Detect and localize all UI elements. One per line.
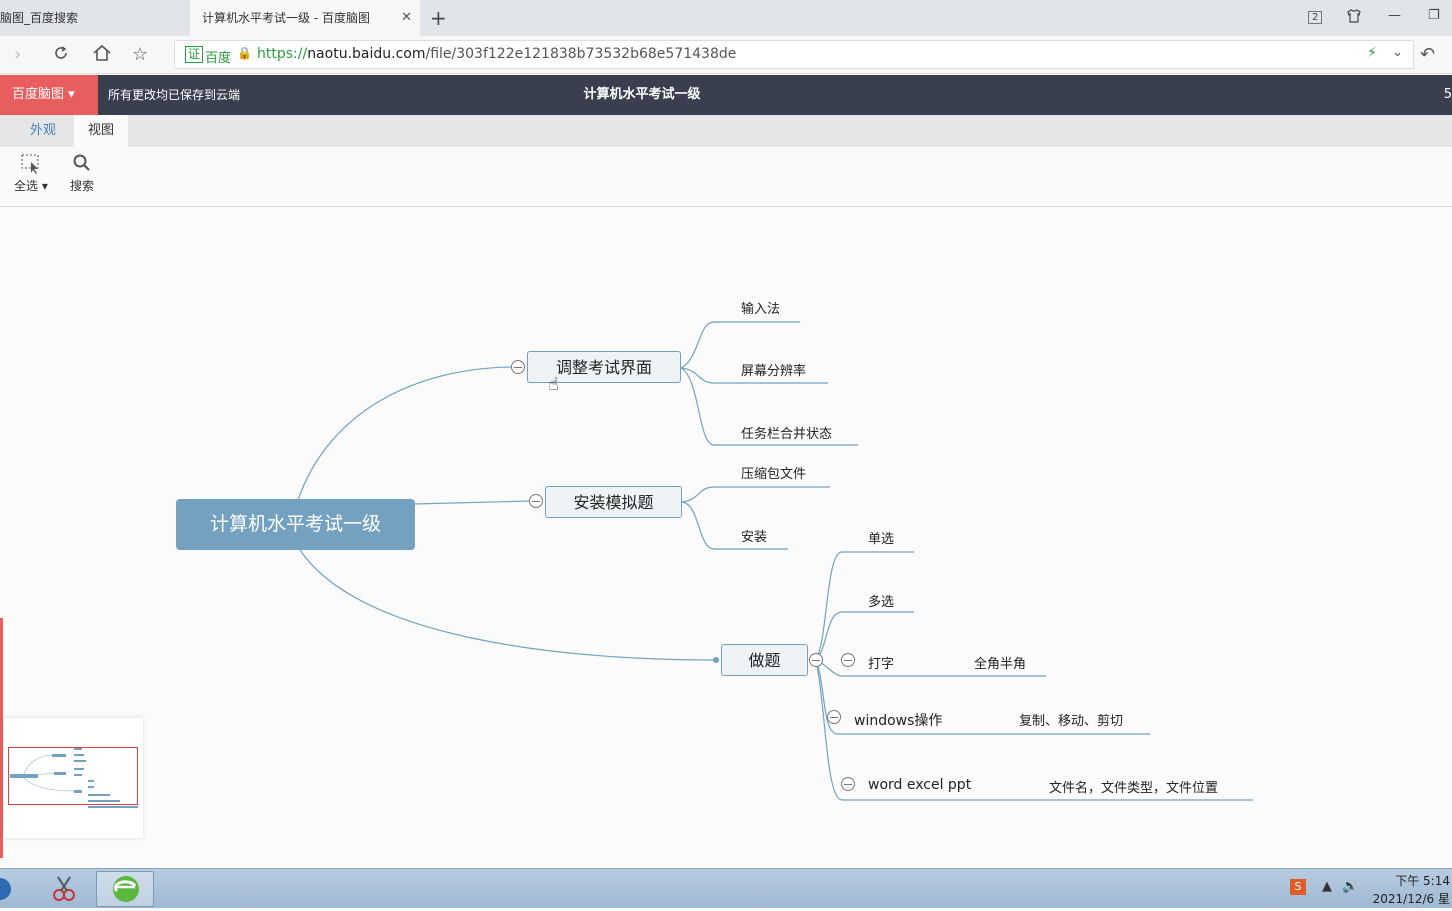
cert-badge: 证 (185, 46, 204, 63)
lock-icon: 🔒 (237, 46, 252, 60)
ribbon-toolbar: 全选 ▾ 搜索 (0, 147, 1452, 207)
tab-appearance[interactable]: 外观 (16, 115, 70, 147)
leaf-node[interactable]: 多选 (868, 591, 894, 610)
os-taskbar: S ▲ 🔊 下午 5:14 2021/12/6 星 (0, 868, 1452, 908)
plus-icon[interactable]: + (430, 4, 447, 32)
chevron-down-icon[interactable]: ⌄ (1392, 45, 1403, 60)
connector-line (681, 501, 788, 550)
select-all-button[interactable]: 全选 ▾ (14, 153, 48, 194)
side-accent-bar (0, 618, 3, 858)
close-tab-icon[interactable]: ✕ (401, 0, 412, 36)
undo-icon[interactable]: ↶ (1420, 44, 1435, 65)
ime-s-icon[interactable]: S (1290, 879, 1306, 895)
search-icon (70, 153, 94, 177)
minimap[interactable] (4, 718, 143, 838)
leaf-node[interactable]: 屏幕分辨率 (741, 360, 806, 379)
leaf-node[interactable]: 单选 (868, 528, 894, 547)
connector-line (297, 366, 513, 501)
minimap-viewport-frame[interactable] (8, 747, 138, 805)
connector-line (413, 500, 531, 505)
connector-dot (713, 657, 719, 663)
leaf-node[interactable]: 压缩包文件 (741, 463, 806, 482)
leaf-node[interactable]: 输入法 (741, 298, 780, 317)
hand-cursor-icon: ☝ (548, 374, 559, 395)
window-count-badge[interactable]: 2 (1308, 11, 1323, 24)
url-text: https://naotu.baidu.com/file/303f122e121… (257, 46, 737, 62)
leaf-node[interactable]: 安装 (741, 526, 767, 545)
shirt-skin-icon[interactable] (1346, 8, 1362, 28)
scissors-tool-icon[interactable] (46, 871, 82, 907)
browser-taskbar-button[interactable] (96, 871, 154, 907)
url-bar[interactable]: 证 百度 🔒 https://naotu.baidu.com/file/303f… (174, 40, 1414, 69)
browser-tab-strip: 脑图_百度搜索 计算机水平考试一级 - 百度脑图 ✕ + 2 — ❐ (0, 0, 1452, 36)
mindmap-canvas[interactable]: 计算机水平考试一级 调整考试界面 输入法 屏幕分辨率 任务栏合并状态 安装模拟题… (0, 208, 1452, 868)
sub-node-typing[interactable]: 打字 (868, 653, 894, 672)
ribbon-tabs: 外观 视图 (0, 115, 1452, 147)
minimize-icon[interactable]: — (1388, 8, 1401, 23)
reload-icon[interactable] (52, 44, 70, 67)
tab-label: 计算机水平考试一级 - 百度脑图 (202, 11, 370, 25)
branch-node-do-questions[interactable]: 做题 (721, 644, 808, 676)
document-title[interactable]: 计算机水平考试一级 (0, 75, 1284, 115)
address-toolbar: › ☆ 证 百度 🔒 https://naotu.baidu.com/file/… (0, 36, 1452, 74)
tab-label: 脑图_百度搜索 (0, 11, 79, 25)
collapse-toggle-icon[interactable] (841, 653, 855, 667)
browser-logo-icon (113, 876, 139, 902)
sub-node-windows[interactable]: windows操作 (854, 710, 942, 730)
collapse-toggle-icon[interactable] (809, 653, 823, 667)
forward-icon[interactable]: › (14, 44, 21, 65)
collapse-toggle-icon[interactable] (827, 710, 841, 724)
restore-icon[interactable]: ❐ (1428, 8, 1440, 23)
tab-view[interactable]: 视图 (74, 115, 129, 147)
home-icon[interactable] (92, 44, 112, 67)
sub-node-office[interactable]: word excel ppt (868, 777, 971, 793)
volume-icon[interactable]: 🔊 (1342, 879, 1358, 894)
browser-tab-baidu-search[interactable]: 脑图_百度搜索 (0, 0, 188, 36)
collapse-toggle-icon[interactable] (841, 777, 855, 791)
root-node[interactable]: 计算机水平考试一级 (176, 499, 415, 550)
leaf-node[interactable]: 复制、移动、剪切 (1019, 710, 1123, 729)
clock-date[interactable]: 2021/12/6 星 (1373, 890, 1450, 907)
clock-time[interactable]: 下午 5:14 (1395, 872, 1450, 889)
connector-line (681, 486, 830, 503)
connector-line (815, 611, 914, 661)
lightning-icon[interactable]: ⚡ (1367, 45, 1377, 61)
leaf-node[interactable]: 全角半角 (974, 653, 1026, 672)
branch-node-install-mock[interactable]: 安装模拟题 (545, 486, 682, 518)
cert-owner: 百度 (205, 51, 232, 66)
leaf-node[interactable]: 任务栏合并状态 (741, 423, 832, 442)
search-button[interactable]: 搜索 (70, 153, 94, 194)
collapse-toggle-icon[interactable] (529, 494, 543, 508)
start-orb-icon[interactable] (0, 871, 12, 907)
collapse-toggle-icon[interactable] (511, 360, 525, 374)
browser-tab-active-naotu[interactable]: 计算机水平考试一级 - 百度脑图 ✕ (190, 0, 420, 36)
leaf-node[interactable]: 文件名，文件类型，文件位置 (1049, 777, 1218, 796)
header-right-fragment: 5 (1443, 87, 1452, 102)
app-header: 百度脑图 ▾ 所有更改均已保存到云端 计算机水平考试一级 5 (0, 75, 1452, 115)
tray-expand-icon[interactable]: ▲ (1322, 879, 1332, 894)
connector-line (299, 549, 715, 661)
bookmark-star-icon[interactable]: ☆ (132, 44, 148, 65)
select-all-icon (14, 153, 48, 177)
connector-line (815, 551, 914, 661)
